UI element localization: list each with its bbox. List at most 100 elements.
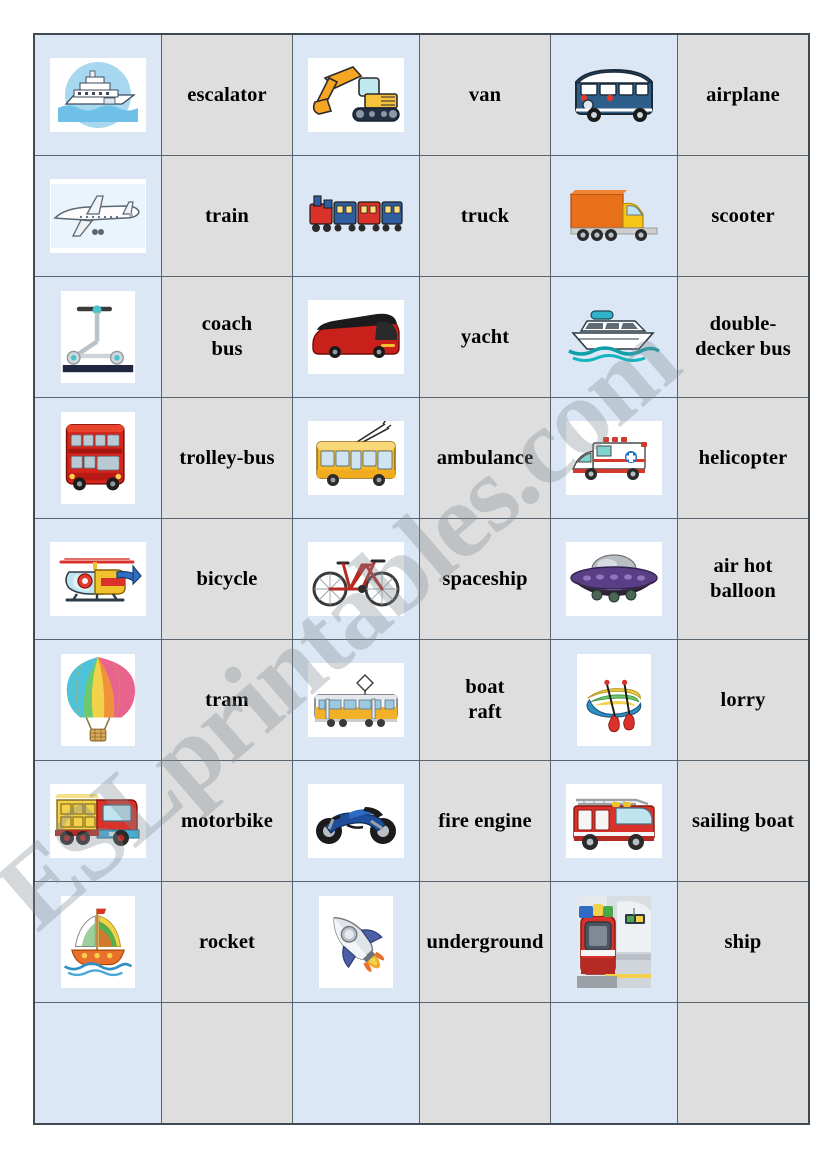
word-line: air hot — [713, 555, 773, 577]
picture-cell-helicopter[interactable] — [33, 518, 162, 640]
word-cell-bicycle[interactable]: bicycle — [161, 518, 293, 640]
word-line: coach — [201, 313, 253, 335]
word-line: decker bus — [695, 338, 791, 360]
word-cell-yacht[interactable]: yacht — [419, 276, 551, 398]
picture-cell-bicycle[interactable] — [292, 518, 420, 640]
word-cell-train[interactable]: train — [161, 155, 293, 277]
picture-cell-tram[interactable] — [292, 639, 420, 761]
word-line: helicopter — [698, 446, 788, 469]
picture-cell-coach-bus[interactable] — [292, 276, 420, 398]
word-line: double- — [709, 313, 777, 335]
picture-cell-raft[interactable] — [550, 639, 678, 761]
word-cell-scooter[interactable]: scooter — [677, 155, 810, 277]
word-cell-coach-bus[interactable]: coach bus — [161, 276, 293, 398]
domino-row — [33, 1002, 810, 1125]
motorbike-icon — [308, 784, 404, 858]
word-line: spaceship — [442, 567, 528, 590]
picture-cell-empty[interactable] — [550, 1002, 678, 1125]
word-line: rocket — [198, 930, 255, 953]
word-line: ambulance — [436, 446, 534, 469]
word-cell-lorry[interactable]: lorry — [677, 639, 810, 761]
airplane-icon — [50, 179, 146, 253]
domino-row: rocket underground ship — [33, 881, 810, 1003]
word-cell-empty[interactable] — [161, 1002, 293, 1125]
picture-cell-cruise-ship[interactable] — [33, 33, 162, 156]
picture-cell-sailing-boat[interactable] — [33, 881, 162, 1003]
word-line: motorbike — [181, 809, 273, 832]
word-line: trolley-bus — [179, 446, 275, 469]
picture-cell-hot-air-balloon[interactable] — [33, 639, 162, 761]
word-cell-double-decker-bus[interactable]: double-decker bus — [677, 276, 810, 398]
train-icon — [308, 179, 404, 253]
word-line: train — [205, 204, 249, 227]
word-line: fire engine — [438, 809, 532, 832]
word-cell-escalator[interactable]: escalator — [161, 33, 293, 156]
picture-cell-trolley-bus[interactable] — [292, 397, 420, 519]
word-cell-airplane[interactable]: airplane — [677, 33, 810, 156]
hot-air-balloon-icon — [61, 654, 135, 746]
yacht-icon — [566, 300, 662, 374]
word-cell-underground[interactable]: underground — [419, 881, 551, 1003]
word-line: airplane — [706, 83, 780, 106]
word-cell-rocket[interactable]: rocket — [161, 881, 293, 1003]
word-cell-fire-engine[interactable]: fire engine — [419, 760, 551, 882]
word-line: boat — [465, 676, 505, 698]
word-line: underground — [426, 930, 544, 953]
coach-bus-icon — [308, 300, 404, 374]
word-cell-sailing-boat[interactable]: sailing boat — [677, 760, 810, 882]
picture-cell-ufo-spaceship[interactable] — [550, 518, 678, 640]
picture-cell-airplane[interactable] — [33, 155, 162, 277]
word-line: escalator — [187, 83, 267, 106]
word-cell-helicopter[interactable]: helicopter — [677, 397, 810, 519]
picture-cell-lorry[interactable] — [33, 760, 162, 882]
word-line: bus — [211, 338, 243, 360]
sailing-boat-icon — [61, 896, 135, 988]
rocket-icon — [319, 896, 393, 988]
ambulance-icon — [566, 421, 662, 495]
picture-cell-yacht[interactable] — [550, 276, 678, 398]
word-line: scooter — [711, 204, 775, 227]
domino-row: train truck scooter — [33, 155, 810, 277]
picture-cell-kick-scooter[interactable] — [33, 276, 162, 398]
word-line: balloon — [710, 580, 776, 602]
word-cell-empty[interactable] — [419, 1002, 551, 1125]
word-cell-boat-raft[interactable]: boat raft — [419, 639, 551, 761]
word-cell-ship[interactable]: ship — [677, 881, 810, 1003]
word-line: ship — [724, 930, 762, 953]
word-line: van — [468, 83, 502, 106]
word-line: bicycle — [196, 567, 258, 590]
picture-cell-train[interactable] — [292, 155, 420, 277]
word-line: tram — [205, 688, 249, 711]
picture-cell-excavator[interactable] — [292, 33, 420, 156]
word-line: sailing boat — [691, 809, 795, 832]
word-cell-spaceship[interactable]: spaceship — [419, 518, 551, 640]
picture-cell-truck[interactable] — [550, 155, 678, 277]
domino-row: coach bus yacht double-decker bus — [33, 276, 810, 398]
word-line: lorry — [720, 688, 766, 711]
word-cell-truck[interactable]: truck — [419, 155, 551, 277]
picture-cell-van[interactable] — [550, 33, 678, 156]
word-cell-trolley-bus[interactable]: trolley-bus — [161, 397, 293, 519]
picture-cell-motorbike[interactable] — [292, 760, 420, 882]
picture-cell-double-decker-bus[interactable] — [33, 397, 162, 519]
picture-cell-empty[interactable] — [33, 1002, 162, 1125]
picture-cell-fire-engine[interactable] — [550, 760, 678, 882]
tram-icon — [308, 663, 404, 737]
picture-cell-ambulance[interactable] — [550, 397, 678, 519]
van-icon — [566, 58, 662, 132]
lorry-icon — [50, 784, 146, 858]
picture-cell-rocket[interactable] — [292, 881, 420, 1003]
picture-cell-empty[interactable] — [292, 1002, 420, 1125]
word-cell-air-hot-balloon[interactable]: air hot balloon — [677, 518, 810, 640]
picture-cell-underground-train[interactable] — [550, 881, 678, 1003]
word-cell-van[interactable]: van — [419, 33, 551, 156]
word-cell-ambulance[interactable]: ambulance — [419, 397, 551, 519]
helicopter-icon — [50, 542, 146, 616]
word-cell-empty[interactable] — [677, 1002, 810, 1125]
bicycle-icon — [308, 542, 404, 616]
word-cell-motorbike[interactable]: motorbike — [161, 760, 293, 882]
domino-row: tram boat raft lorry — [33, 639, 810, 761]
word-line: yacht — [460, 325, 510, 348]
word-cell-tram[interactable]: tram — [161, 639, 293, 761]
raft-icon — [577, 654, 651, 746]
